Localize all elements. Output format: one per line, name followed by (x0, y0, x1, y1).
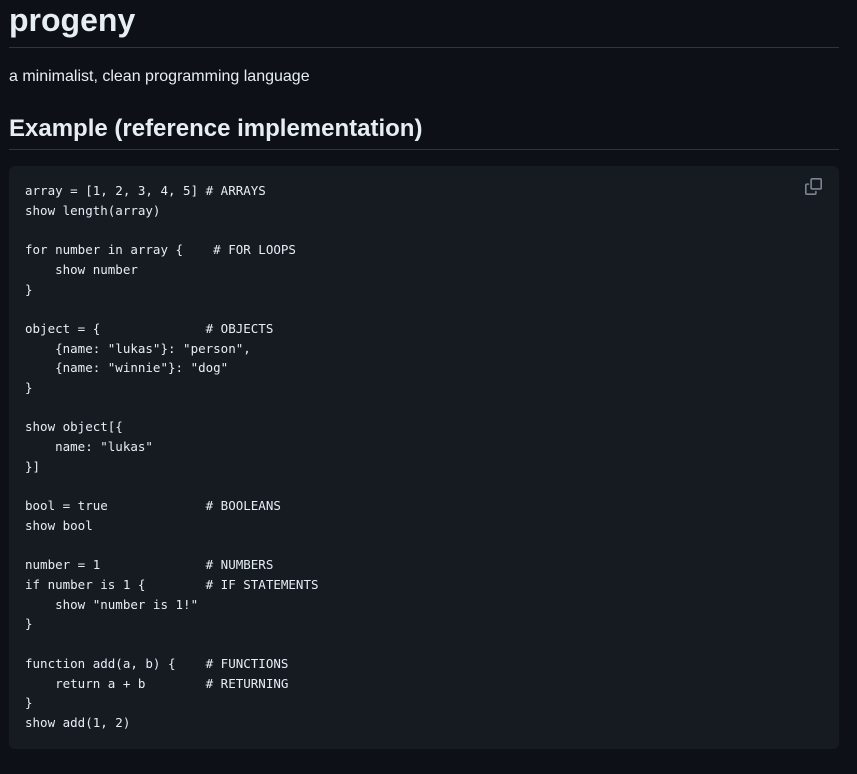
code-block: array = [1, 2, 3, 4, 5] # ARRAYS show le… (9, 166, 839, 749)
readme-content: progeny a minimalist, clean programming … (9, 0, 839, 749)
copy-icon (805, 178, 822, 195)
section-heading: Example (reference implementation) (9, 113, 839, 150)
project-description: a minimalist, clean programming language (9, 68, 310, 85)
copy-button[interactable] (805, 178, 825, 198)
page-title: progeny (9, 0, 839, 48)
code-content[interactable]: array = [1, 2, 3, 4, 5] # ARRAYS show le… (25, 181, 319, 733)
